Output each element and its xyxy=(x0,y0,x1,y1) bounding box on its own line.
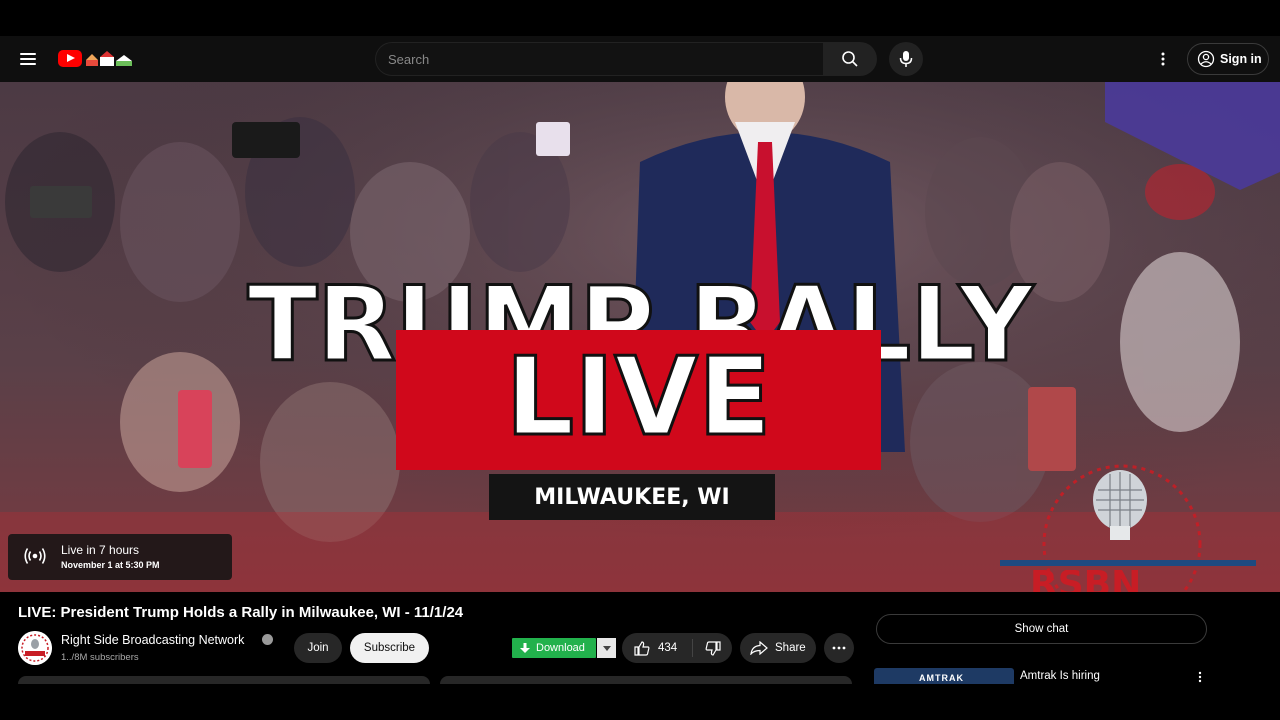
sign-in-label: Sign in xyxy=(1220,52,1262,66)
like-dislike-group: 434 xyxy=(622,633,732,663)
menu-icon-bar xyxy=(20,58,36,60)
search-input[interactable] xyxy=(376,43,823,75)
chevron-down-icon xyxy=(602,645,611,651)
thumbs-up-icon xyxy=(634,640,650,656)
rsbn-watermark-logo: RSBN xyxy=(1030,570,1141,592)
more-vertical-icon xyxy=(1161,52,1165,66)
ad-title-link[interactable]: Amtrak Is hiring xyxy=(1020,670,1100,682)
microphone-icon xyxy=(899,51,913,67)
rsbn-avatar-icon xyxy=(18,631,52,665)
youtube-logo-icon[interactable] xyxy=(58,50,82,67)
thumbs-down-icon xyxy=(705,640,721,656)
thumbnail-location-text: MILWAUKEE, WI xyxy=(534,484,730,510)
broadcast-icon xyxy=(24,548,46,564)
live-countdown-text: Live in 7 hours xyxy=(61,543,140,557)
comments-panel[interactable] xyxy=(440,676,852,684)
more-horizontal-icon xyxy=(832,646,846,650)
letterbox-bottom xyxy=(0,684,1280,720)
more-vertical-icon xyxy=(1198,671,1202,683)
search-box xyxy=(375,42,823,76)
share-button[interactable]: Share xyxy=(740,633,816,663)
thumbnail-live-text: LIVE xyxy=(504,335,773,460)
share-label: Share xyxy=(775,642,806,654)
like-button[interactable]: 434 xyxy=(622,633,692,663)
subscriber-count: 1../8M subscribers xyxy=(61,652,139,663)
subscribe-button[interactable]: Subscribe xyxy=(350,633,429,663)
ad-thumbnail[interactable]: AMTRAK xyxy=(874,668,1014,684)
voice-search-button[interactable] xyxy=(889,42,923,76)
download-options-dropdown[interactable] xyxy=(597,638,616,658)
search-button[interactable] xyxy=(823,42,877,76)
channel-avatar[interactable] xyxy=(18,631,52,665)
doodle-icon[interactable] xyxy=(84,49,134,69)
dislike-button[interactable] xyxy=(693,633,732,663)
sign-in-button[interactable]: Sign in xyxy=(1187,43,1269,75)
search-icon xyxy=(842,51,858,67)
guide-menu-button[interactable] xyxy=(14,45,42,73)
video-player[interactable]: TRUMP RALLY LIVE MILWAUKEE, WI RSBN Live… xyxy=(0,82,1280,592)
menu-icon-bar xyxy=(20,63,36,65)
live-scheduled-time: November 1 at 5:30 PM xyxy=(61,560,160,570)
ad-more-button[interactable] xyxy=(1192,670,1208,684)
svg-text:RSBN: RSBN xyxy=(1030,570,1141,592)
settings-more-button[interactable] xyxy=(1150,46,1176,72)
verified-badge-icon xyxy=(262,634,273,645)
download-label: Download xyxy=(536,642,585,654)
show-chat-button[interactable]: Show chat xyxy=(876,614,1207,644)
like-count: 434 xyxy=(658,642,678,654)
more-actions-button[interactable] xyxy=(824,633,854,663)
ad-brand-text: AMTRAK xyxy=(919,673,964,683)
thumbnail-location-box: MILWAUKEE, WI xyxy=(489,474,775,520)
video-title: LIVE: President Trump Holds a Rally in M… xyxy=(18,604,464,621)
description-panel[interactable] xyxy=(18,676,430,684)
account-icon xyxy=(1197,50,1215,68)
masthead: Sign in xyxy=(0,36,1280,82)
download-button[interactable]: Download xyxy=(512,638,596,658)
join-button[interactable]: Join xyxy=(294,633,342,663)
download-arrow-icon xyxy=(520,642,530,653)
share-arrow-icon xyxy=(750,641,768,655)
menu-icon-bar xyxy=(20,53,36,55)
upcoming-live-badge: Live in 7 hours November 1 at 5:30 PM xyxy=(8,534,232,580)
channel-name-link[interactable]: Right Side Broadcasting Network xyxy=(61,633,244,647)
letterbox-top xyxy=(0,0,1280,36)
